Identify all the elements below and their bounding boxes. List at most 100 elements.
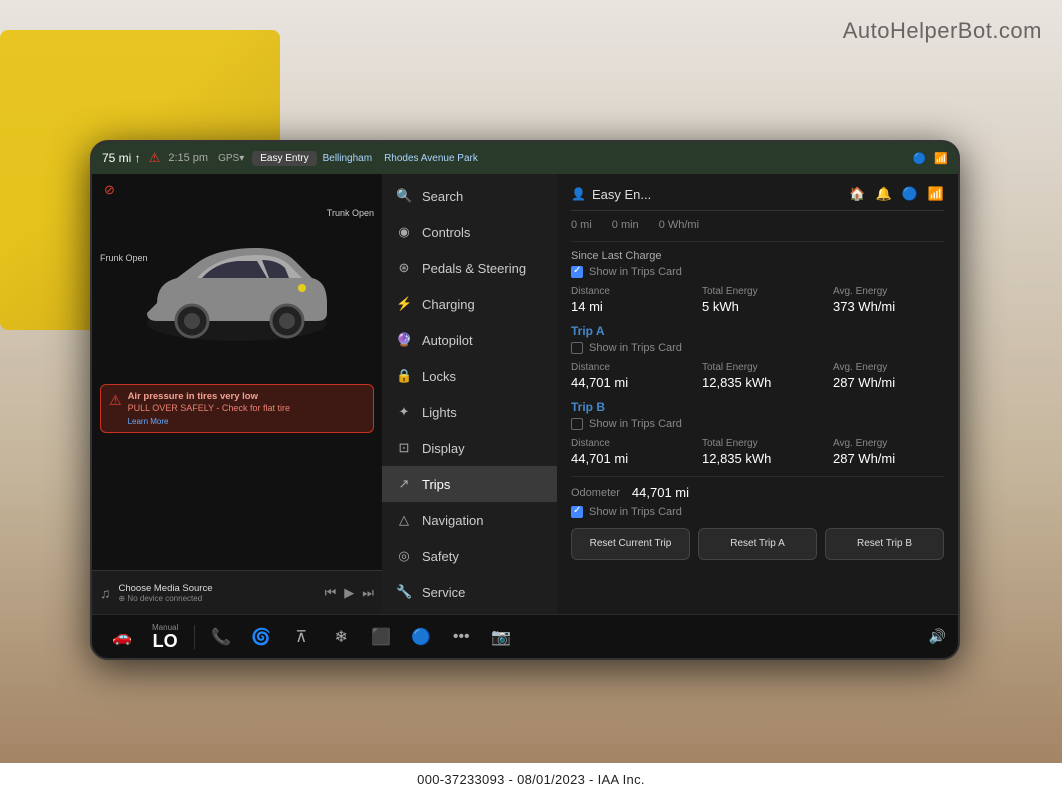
menu-item-safety[interactable]: ◎ Safety <box>382 538 557 574</box>
media-controls: ⏮ ▶ ⏭ <box>325 585 374 601</box>
tire-warning: ⚠ Air pressure in tires very low PULL OV… <box>100 384 374 433</box>
since-last-avg-col: Avg. Energy 373 Wh/mi <box>833 286 944 314</box>
frunk-label: Frunk Open <box>100 253 148 265</box>
play-btn[interactable]: ▶ <box>344 585 354 601</box>
trip-a-checkbox[interactable] <box>571 342 583 354</box>
trip-a-distance-value: 44,701 mi <box>571 375 682 390</box>
next-track-btn[interactable]: ⏭ <box>362 585 374 601</box>
car-visual: Trunk Open Frunk Open <box>92 198 382 378</box>
menu-safety-label: Safety <box>422 549 459 564</box>
lights-icon: ✦ <box>396 404 412 420</box>
range-display: 75 mi ↑ <box>102 151 141 165</box>
menu-item-navigation[interactable]: △ Navigation <box>382 502 557 538</box>
screen-content: ⊘ <box>92 174 958 614</box>
reset-buttons: Reset Current Trip Reset Trip A Reset Tr… <box>571 528 944 560</box>
trip-b-energy-label: Total Energy <box>702 438 813 449</box>
media-player: ♫ Choose Media Source ⊕ No device connec… <box>92 570 382 614</box>
menu-lights-label: Lights <box>422 405 457 420</box>
easy-entry-map-btn[interactable]: Easy Entry <box>252 151 316 166</box>
reset-trip-b-btn[interactable]: Reset Trip B <box>825 528 944 560</box>
trip-b-data-row: Distance 44,701 mi Total Energy 12,835 k… <box>571 438 944 466</box>
since-last-show-label: Show in Trips Card <box>589 266 682 278</box>
reset-current-btn[interactable]: Reset Current Trip <box>571 528 690 560</box>
since-last-energy-col: Total Energy 5 kWh <box>702 286 813 314</box>
menu-item-pedals[interactable]: ⊛ Pedals & Steering <box>382 250 557 286</box>
since-last-show-row: Show in Trips Card <box>571 266 944 278</box>
menu-item-trips[interactable]: ↗ Trips <box>382 466 557 502</box>
bluetooth-taskbar-btn[interactable]: 🔵 <box>403 623 439 651</box>
tire-warning-subtitle: PULL OVER SAFELY - Check for flat tire <box>128 402 290 415</box>
menu-service-label: Service <box>422 585 465 600</box>
trip-b-header[interactable]: Trip B <box>571 400 944 414</box>
divider-1 <box>571 241 944 242</box>
search-icon: 🔍 <box>396 188 412 204</box>
bt-icon: 🔵 <box>902 186 918 202</box>
trip-a-distance-label: Distance <box>571 362 682 373</box>
camera-btn[interactable]: 📷 <box>483 623 519 651</box>
divider-2 <box>571 476 944 477</box>
left-panel: ⊘ <box>92 174 382 614</box>
since-last-distance-col: Distance 14 mi <box>571 286 682 314</box>
trip-a-data-row: Distance 44,701 mi Total Energy 12,835 k… <box>571 362 944 390</box>
trip-b-avg-label: Avg. Energy <box>833 438 944 449</box>
map-time: 2:15 pm <box>168 152 208 164</box>
since-last-data-row: Distance 14 mi Total Energy 5 kWh Avg. E… <box>571 286 944 314</box>
trip-a-avg-value: 287 Wh/mi <box>833 375 944 390</box>
menu-autopilot-label: Autopilot <box>422 333 473 348</box>
menu-display-label: Display <box>422 441 465 456</box>
trips-icon: ↗ <box>396 476 412 492</box>
since-last-energy-label: Total Energy <box>702 286 813 297</box>
fan-icon-btn[interactable]: 🌀 <box>243 623 279 651</box>
menu-item-service[interactable]: 🔧 Service <box>382 574 557 610</box>
locks-icon: 🔒 <box>396 368 412 384</box>
trip-b-energy-col: Total Energy 12,835 kWh <box>702 438 813 466</box>
apps-green-btn[interactable]: ⬛ <box>363 623 399 651</box>
person-icon: 👤 <box>571 187 586 201</box>
trip-a-avg-label: Avg. Energy <box>833 362 944 373</box>
trip-b-distance-label: Distance <box>571 438 682 449</box>
more-btn[interactable]: ••• <box>443 624 479 650</box>
menu-locks-label: Locks <box>422 369 456 384</box>
trip-b-avg-col: Avg. Energy 287 Wh/mi <box>833 438 944 466</box>
menu-item-display[interactable]: ⊡ Display <box>382 430 557 466</box>
media-device-label: ⊕ No device connected <box>119 594 317 603</box>
wipers-icon-btn[interactable]: ⊼ <box>283 623 319 651</box>
reset-trip-a-btn[interactable]: Reset Trip A <box>698 528 817 560</box>
trip-b-avg-value: 287 Wh/mi <box>833 451 944 466</box>
menu-item-charging[interactable]: ⚡ Charging <box>382 286 557 322</box>
caption-bar: 000-37233093 - 08/01/2023 - IAA Inc. <box>0 763 1062 795</box>
car-icon-btn[interactable]: 🚗 <box>104 623 140 651</box>
signal-icon: 📶 <box>934 152 948 165</box>
prev-track-btn[interactable]: ⏮ <box>325 585 337 601</box>
autopilot-icon: 🔮 <box>396 332 412 348</box>
menu-item-controls[interactable]: ◉ Controls <box>382 214 557 250</box>
service-icon: 🔧 <box>396 584 412 600</box>
caption-text: 000-37233093 - 08/01/2023 - IAA Inc. <box>417 772 645 787</box>
volume-btn[interactable]: 🔊 <box>929 628 946 645</box>
easy-entry-header: 👤 Easy En... 🏠 🔔 🔵 📶 <box>571 186 944 211</box>
gear-display: Manual LO <box>144 620 186 654</box>
odometer-checkbox[interactable] <box>571 506 583 518</box>
menu-item-search[interactable]: 🔍 Search <box>382 178 557 214</box>
trips-panel: 👤 Easy En... 🏠 🔔 🔵 📶 0 mi 0 min 0 Wh/mi … <box>557 174 958 614</box>
since-last-charge-label: Since Last Charge <box>571 250 944 262</box>
since-last-checkbox[interactable] <box>571 266 583 278</box>
safety-icon: ◎ <box>396 548 412 564</box>
phone-icon-btn[interactable]: 📞 <box>203 623 239 651</box>
trip-a-energy-value: 12,835 kWh <box>702 375 813 390</box>
menu-charging-label: Charging <box>422 297 475 312</box>
trip-b-energy-value: 12,835 kWh <box>702 451 813 466</box>
menu-item-autopilot[interactable]: 🔮 Autopilot <box>382 322 557 358</box>
media-icon: ♫ <box>100 585 111 601</box>
menu-item-lights[interactable]: ✦ Lights <box>382 394 557 430</box>
menu-item-locks[interactable]: 🔒 Locks <box>382 358 557 394</box>
trip-b-checkbox[interactable] <box>571 418 583 430</box>
trip-a-header[interactable]: Trip A <box>571 324 944 338</box>
learn-more-link[interactable]: Learn More <box>128 417 290 426</box>
map-bar-right: 🔵 📶 <box>913 152 948 165</box>
tpms-warning-icon: ⊘ <box>104 182 115 198</box>
odometer-row: Odometer 44,701 mi <box>571 485 944 500</box>
bell-icon: 🔔 <box>875 186 891 202</box>
tesla-screen: 75 mi ↑ ⚠ 2:15 pm GPS▾ Easy Entry Bellin… <box>90 140 960 660</box>
climate-icon-btn[interactable]: ❄ <box>323 623 359 651</box>
